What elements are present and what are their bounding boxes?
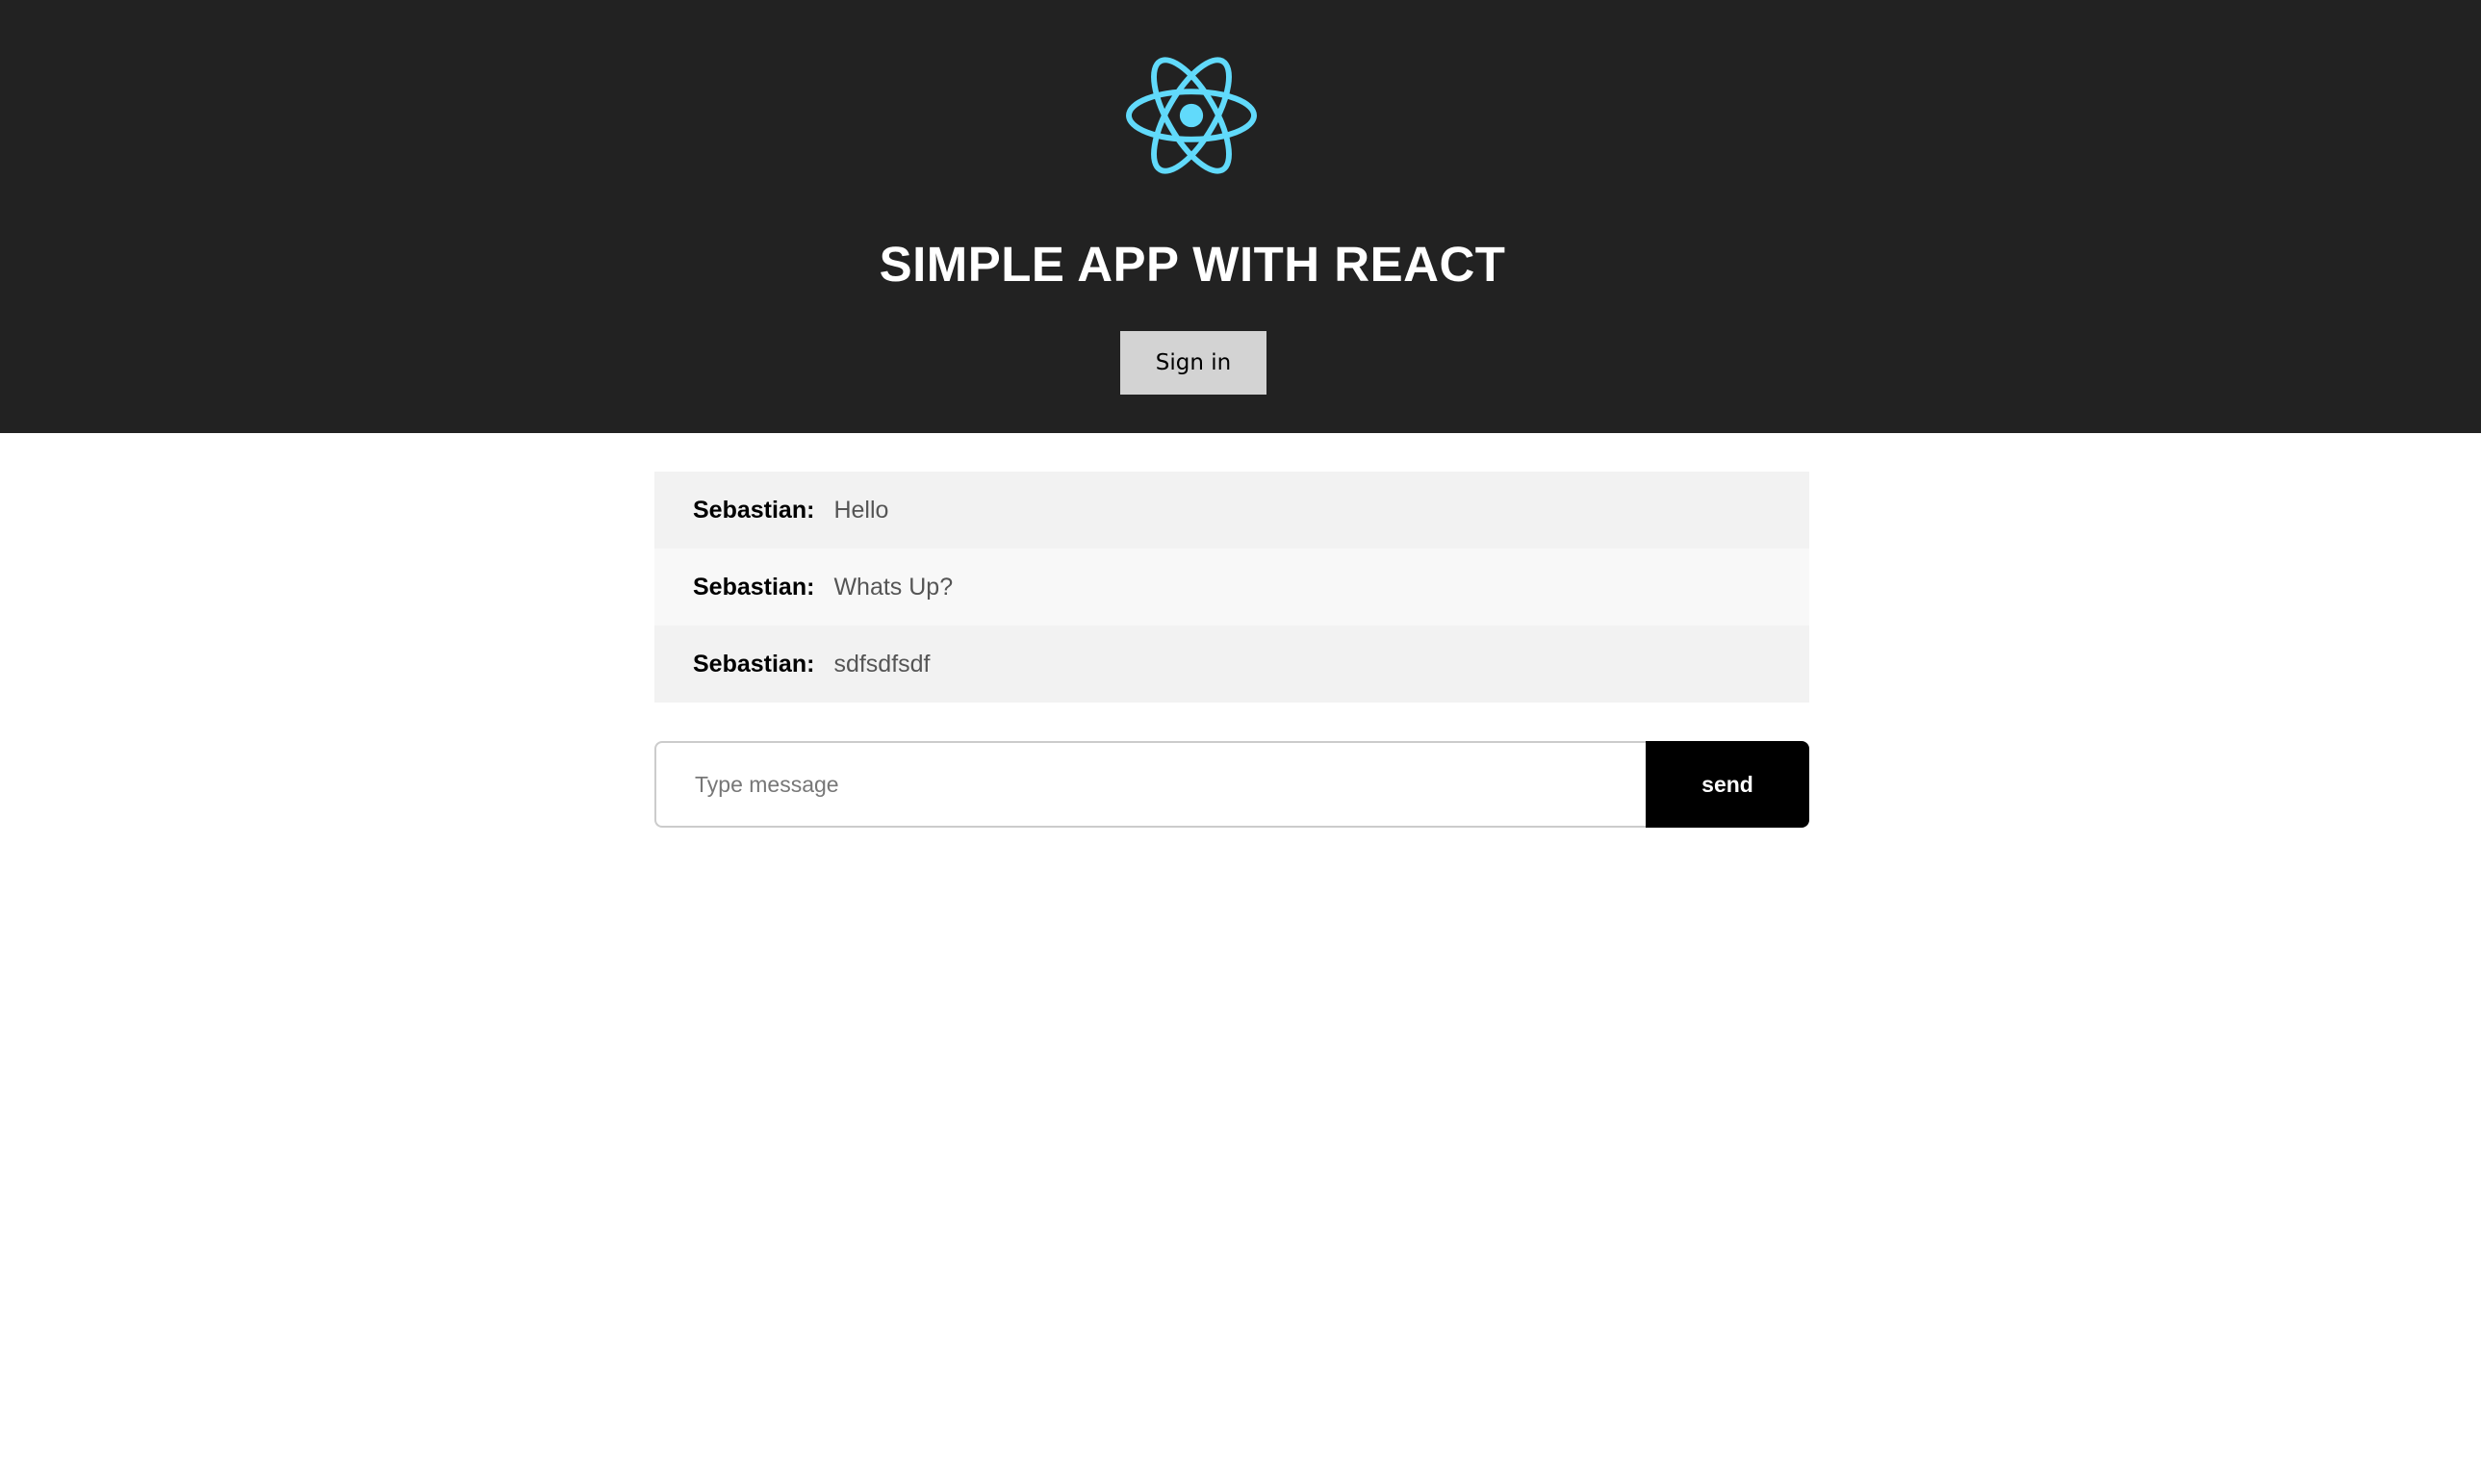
message-author: Sebastian: [693, 573, 815, 601]
message-item: Sebastian: Whats Up? [654, 549, 1809, 626]
message-text: Hello [833, 496, 889, 524]
react-logo-icon [1126, 51, 1257, 180]
message-list: Sebastian: Hello Sebastian: Whats Up? Se… [654, 472, 1809, 703]
app-header: SIMPLE APP WITH REACT Sign in [0, 0, 2481, 433]
message-author: Sebastian: [693, 496, 815, 524]
message-input[interactable] [654, 741, 1648, 828]
sign-in-button[interactable]: Sign in [1120, 331, 1266, 395]
page-title: SIMPLE APP WITH REACT [879, 237, 1506, 292]
message-item: Sebastian: sdfsdfsdf [654, 626, 1809, 703]
message-text: Whats Up? [833, 573, 954, 601]
message-author: Sebastian: [693, 650, 815, 678]
send-button[interactable]: send [1646, 741, 1809, 828]
message-text: sdfsdfsdf [833, 650, 931, 678]
message-item: Sebastian: Hello [654, 472, 1809, 549]
message-composer: send [654, 741, 1809, 828]
